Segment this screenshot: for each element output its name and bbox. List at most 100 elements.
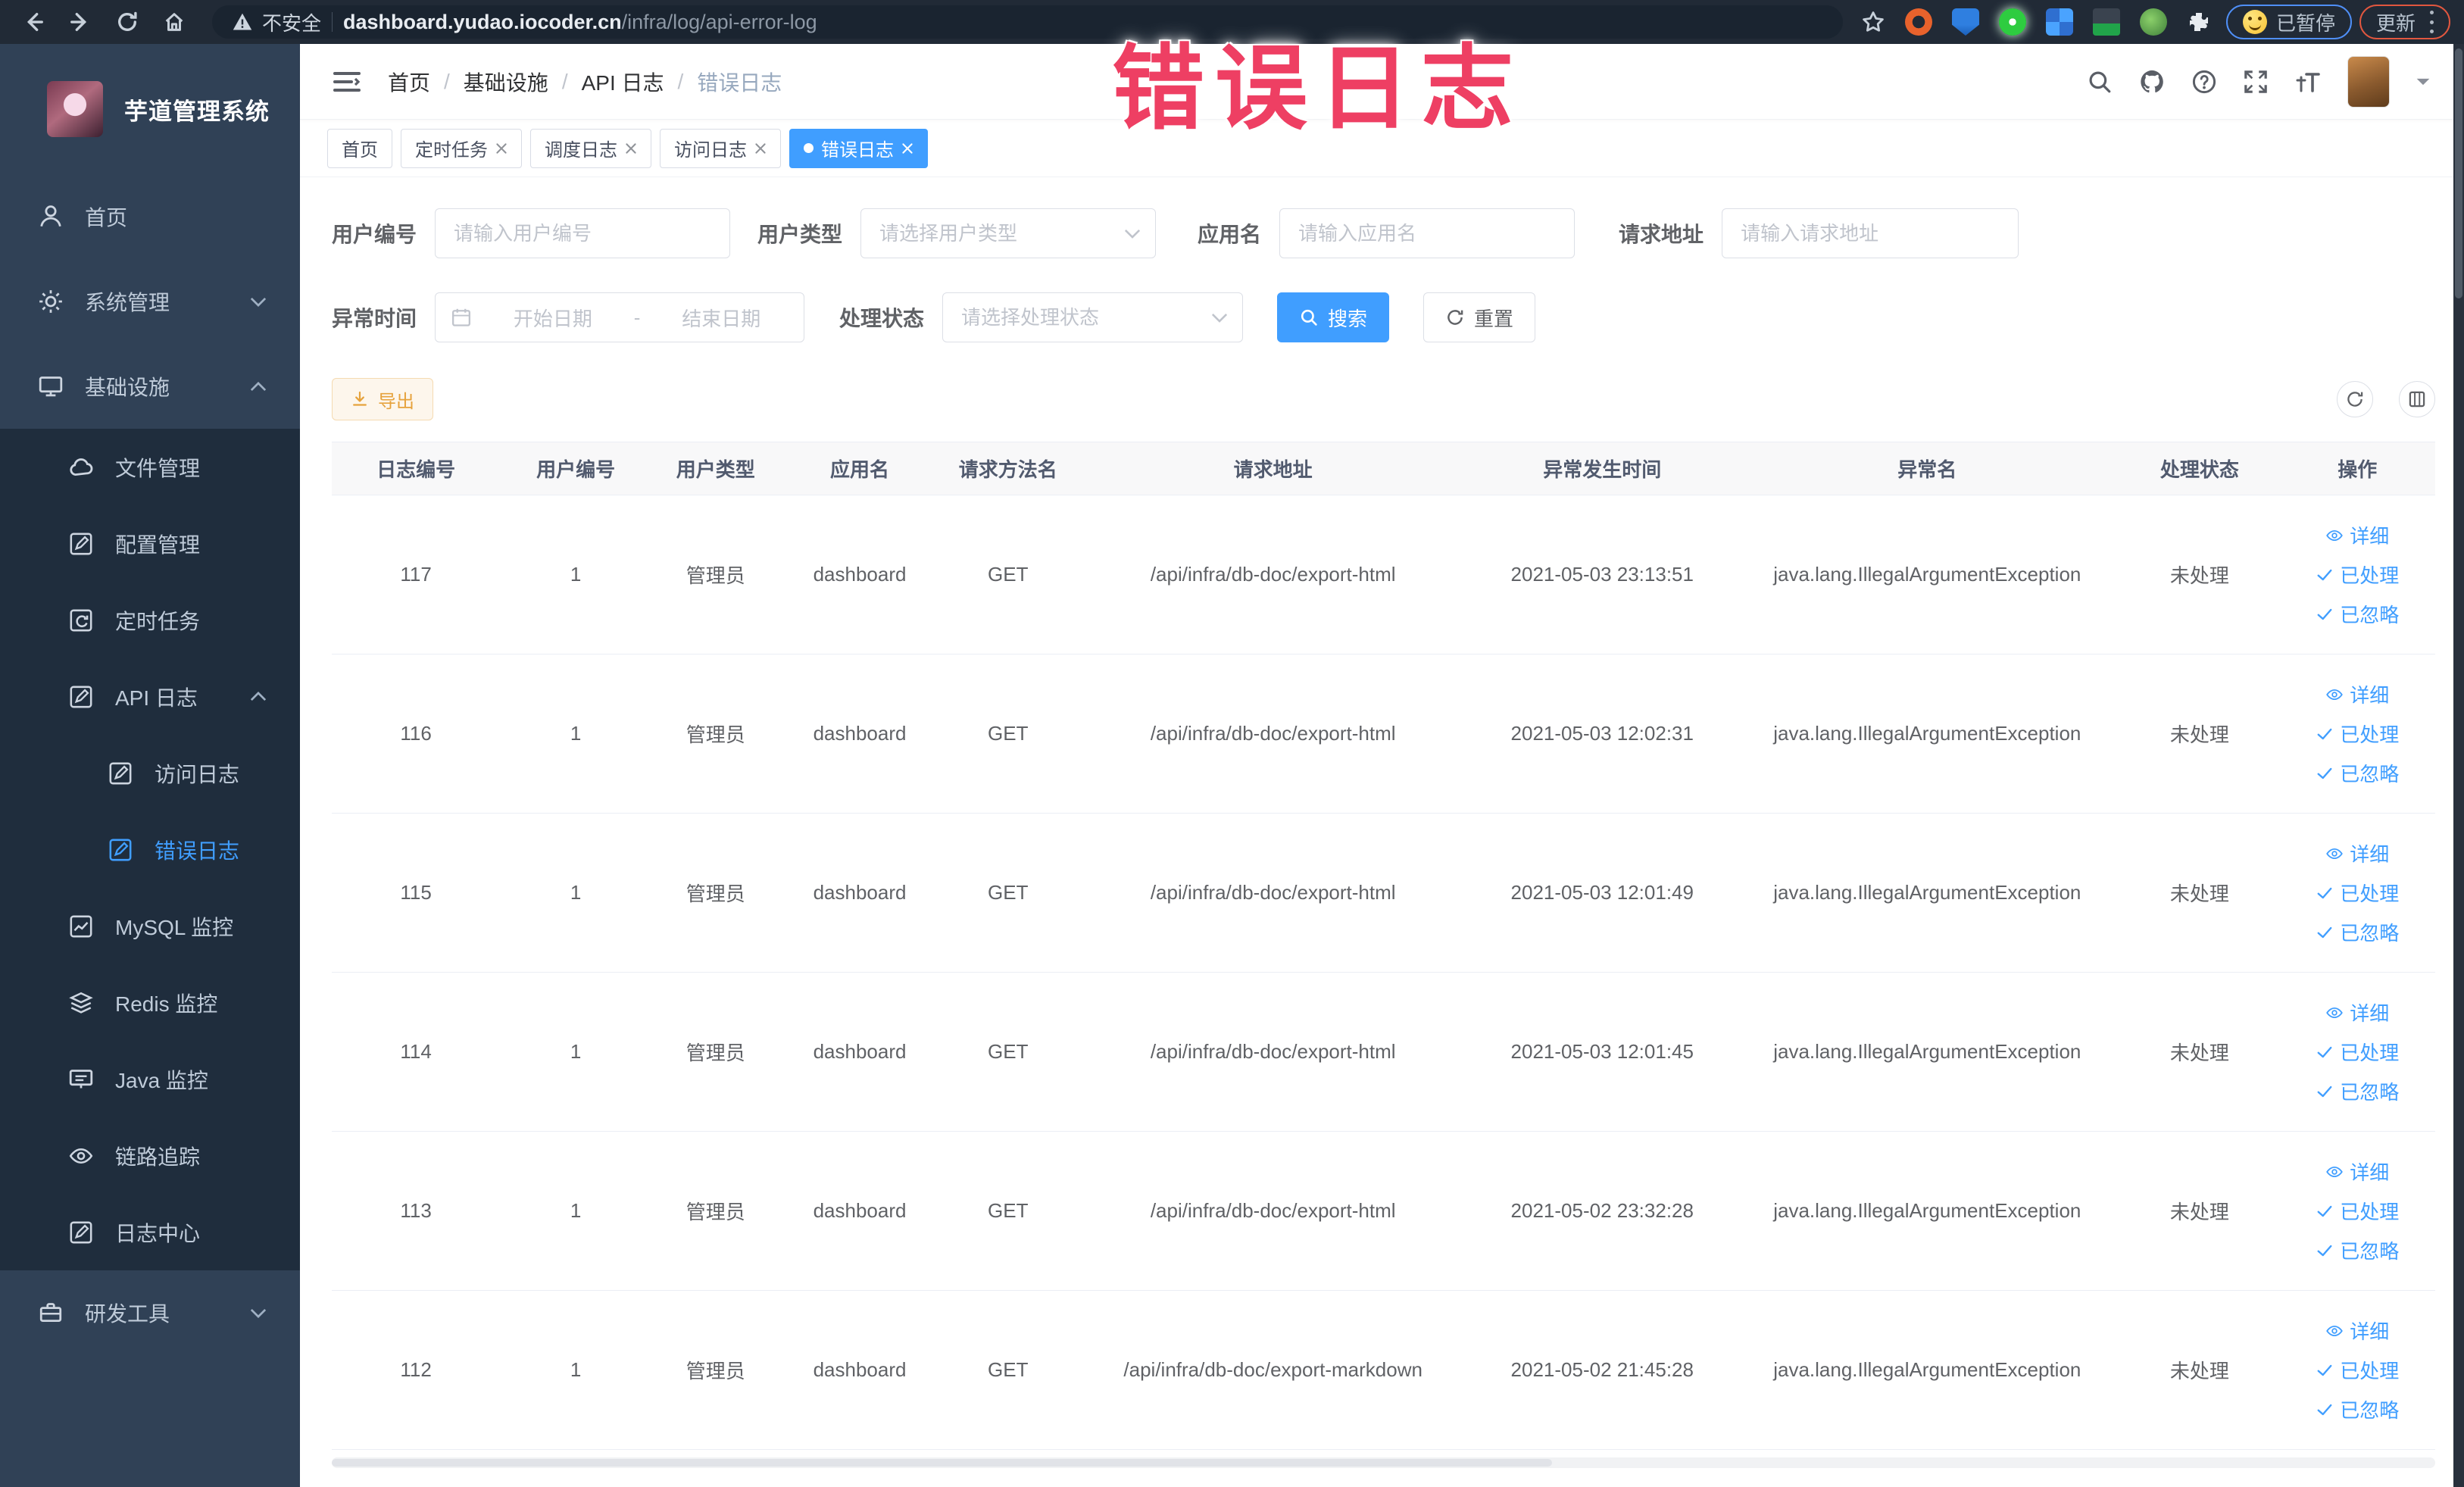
mark-ignored-link[interactable]: 已忽略 [2316,1232,2399,1269]
hamburger-icon[interactable] [333,70,361,93]
caret-down-icon[interactable] [2416,77,2431,86]
tab-scheduled-tasks[interactable]: 定时任务 [401,128,522,168]
close-icon[interactable] [625,142,637,155]
sidebar-item-system[interactable]: 系统管理 [0,259,300,344]
user-type-select[interactable] [860,208,1157,258]
chevron-down-icon [250,297,267,307]
detail-link[interactable]: 详细 [2325,836,2389,872]
extension-icon-blue-shield[interactable] [1951,8,1979,36]
column-settings-button[interactable] [2399,381,2435,417]
mark-processed-link[interactable]: 已处理 [2316,1034,2399,1070]
extension-icon-orange-ring[interactable] [1904,8,1932,36]
vertical-scrollbar[interactable] [2453,44,2464,1487]
sidebar-item-config-management[interactable]: 配置管理 [0,505,300,582]
tab-access-log[interactable]: 访问日志 [660,128,781,168]
browser-update-button[interactable]: 更新 [2359,5,2450,39]
scrollbar-thumb[interactable] [2455,48,2462,298]
profile-paused-badge[interactable]: 已暂停 [2225,5,2352,39]
horizontal-scrollbar[interactable] [332,1457,2435,1468]
refresh-button[interactable] [2337,381,2373,417]
sidebar-logo[interactable]: 芋道管理系统 [0,44,300,174]
breadcrumb-infrastructure[interactable]: 基础设施 [464,67,548,97]
detail-link[interactable]: 详细 [2325,1313,2389,1349]
sidebar-item-access-log[interactable]: 访问日志 [0,735,300,811]
cell-status: 未处理 [2119,1131,2280,1291]
site-security[interactable]: 不安全 [232,8,321,36]
cell-exception: java.lang.IllegalArgumentException [1735,654,2120,814]
table-row: 113 1 管理员 dashboard GET /api/infra/db-do… [332,1131,2435,1291]
app-name-input[interactable] [1279,208,1576,258]
extension-icon-green-plant[interactable] [2139,8,2167,36]
process-status-select[interactable] [942,292,1244,342]
extensions-puzzle-icon[interactable] [2187,10,2211,34]
mark-ignored-link[interactable]: 已忽略 [2316,1392,2399,1428]
mark-processed-link[interactable]: 已处理 [2316,716,2399,752]
sidebar-item-scheduled-tasks[interactable]: 定时任务 [0,582,300,658]
col-app-name: 应用名 [779,442,940,495]
scrollbar-thumb[interactable] [332,1459,1552,1467]
exception-time-range-picker[interactable]: 开始日期 - 结束日期 [435,292,805,342]
bookmark-star-icon[interactable] [1861,10,1885,34]
close-icon[interactable] [754,142,767,155]
reset-button[interactable]: 重置 [1423,292,1536,342]
extension-icon-blue-grid[interactable] [2045,8,2073,36]
sidebar-item-home[interactable]: 首页 [0,174,300,259]
request-url-input[interactable] [1722,208,2019,258]
search-button[interactable]: 搜索 [1277,292,1390,342]
mark-ignored-link[interactable]: 已忽略 [2316,1073,2399,1110]
font-size-icon[interactable] [2294,69,2322,95]
user-id-input[interactable] [435,208,731,258]
mark-ignored-link[interactable]: 已忽略 [2316,755,2399,792]
col-exception-name: 异常名 [1735,442,2120,495]
close-icon[interactable] [495,142,507,155]
address-bar[interactable]: 不安全 dashboard.yudao.iocoder.cn/infra/log… [212,5,1843,39]
sidebar-item-file-management[interactable]: 文件管理 [0,429,300,505]
end-date-placeholder: 结束日期 [682,307,761,330]
tab-error-log[interactable]: 错误日志 [789,128,928,168]
detail-link[interactable]: 详细 [2325,1154,2389,1190]
profile-emoji-icon [2242,10,2267,34]
sidebar-item-infrastructure[interactable]: 基础设施 [0,344,300,429]
extension-icon-green-check[interactable] [1998,8,2026,36]
sidebar-item-label: 访问日志 [155,762,240,786]
user-avatar[interactable] [2347,55,2390,108]
mark-ignored-link[interactable]: 已忽略 [2316,914,2399,951]
tab-home[interactable]: 首页 [327,128,392,168]
sidebar-item-error-log[interactable]: 错误日志 [0,811,300,888]
sidebar-item-trace[interactable]: 链路追踪 [0,1117,300,1194]
github-icon[interactable] [2138,68,2166,95]
back-icon[interactable] [14,5,53,39]
breadcrumb-home[interactable]: 首页 [388,67,430,97]
sidebar-item-log-center[interactable]: 日志中心 [0,1194,300,1270]
home-icon[interactable] [155,5,194,39]
close-icon[interactable] [901,142,913,155]
sidebar-item-mysql-monitor[interactable]: MySQL 监控 [0,888,300,964]
detail-link[interactable]: 详细 [2325,517,2389,554]
mark-processed-link[interactable]: 已处理 [2316,875,2399,911]
cell-user-type: 管理员 [651,813,780,973]
extension-icon-downloader-on[interactable] [2092,8,2120,36]
sidebar-item-java-monitor[interactable]: Java 监控 [0,1041,300,1117]
detail-link[interactable]: 详细 [2325,995,2389,1031]
mark-processed-link[interactable]: 已处理 [2316,1193,2399,1229]
tab-schedule-log[interactable]: 调度日志 [530,128,651,168]
omnibox-divider [332,12,333,32]
help-icon[interactable] [2191,69,2217,95]
forward-icon[interactable] [61,5,100,39]
mark-ignored-link[interactable]: 已忽略 [2316,596,2399,633]
search-icon[interactable] [2087,69,2113,95]
table-row: 114 1 管理员 dashboard GET /api/infra/db-do… [332,972,2435,1132]
detail-link[interactable]: 详细 [2325,676,2389,713]
fullscreen-icon[interactable] [2243,69,2269,95]
sidebar-item-label: 日志中心 [115,1221,201,1245]
export-button[interactable]: 导出 [332,378,433,420]
sidebar-item-api-log[interactable]: API 日志 [0,658,300,735]
breadcrumb-api-log[interactable]: API 日志 [582,67,664,97]
mark-processed-link[interactable]: 已处理 [2316,557,2399,593]
mark-processed-link[interactable]: 已处理 [2316,1352,2399,1389]
browser-menu-icon[interactable] [2429,11,2434,33]
sidebar-item-redis-monitor[interactable]: Redis 监控 [0,964,300,1041]
sidebar-item-dev-tools[interactable]: 研发工具 [0,1270,300,1355]
reload-icon[interactable] [108,5,147,39]
cell-user-id: 1 [500,495,652,654]
